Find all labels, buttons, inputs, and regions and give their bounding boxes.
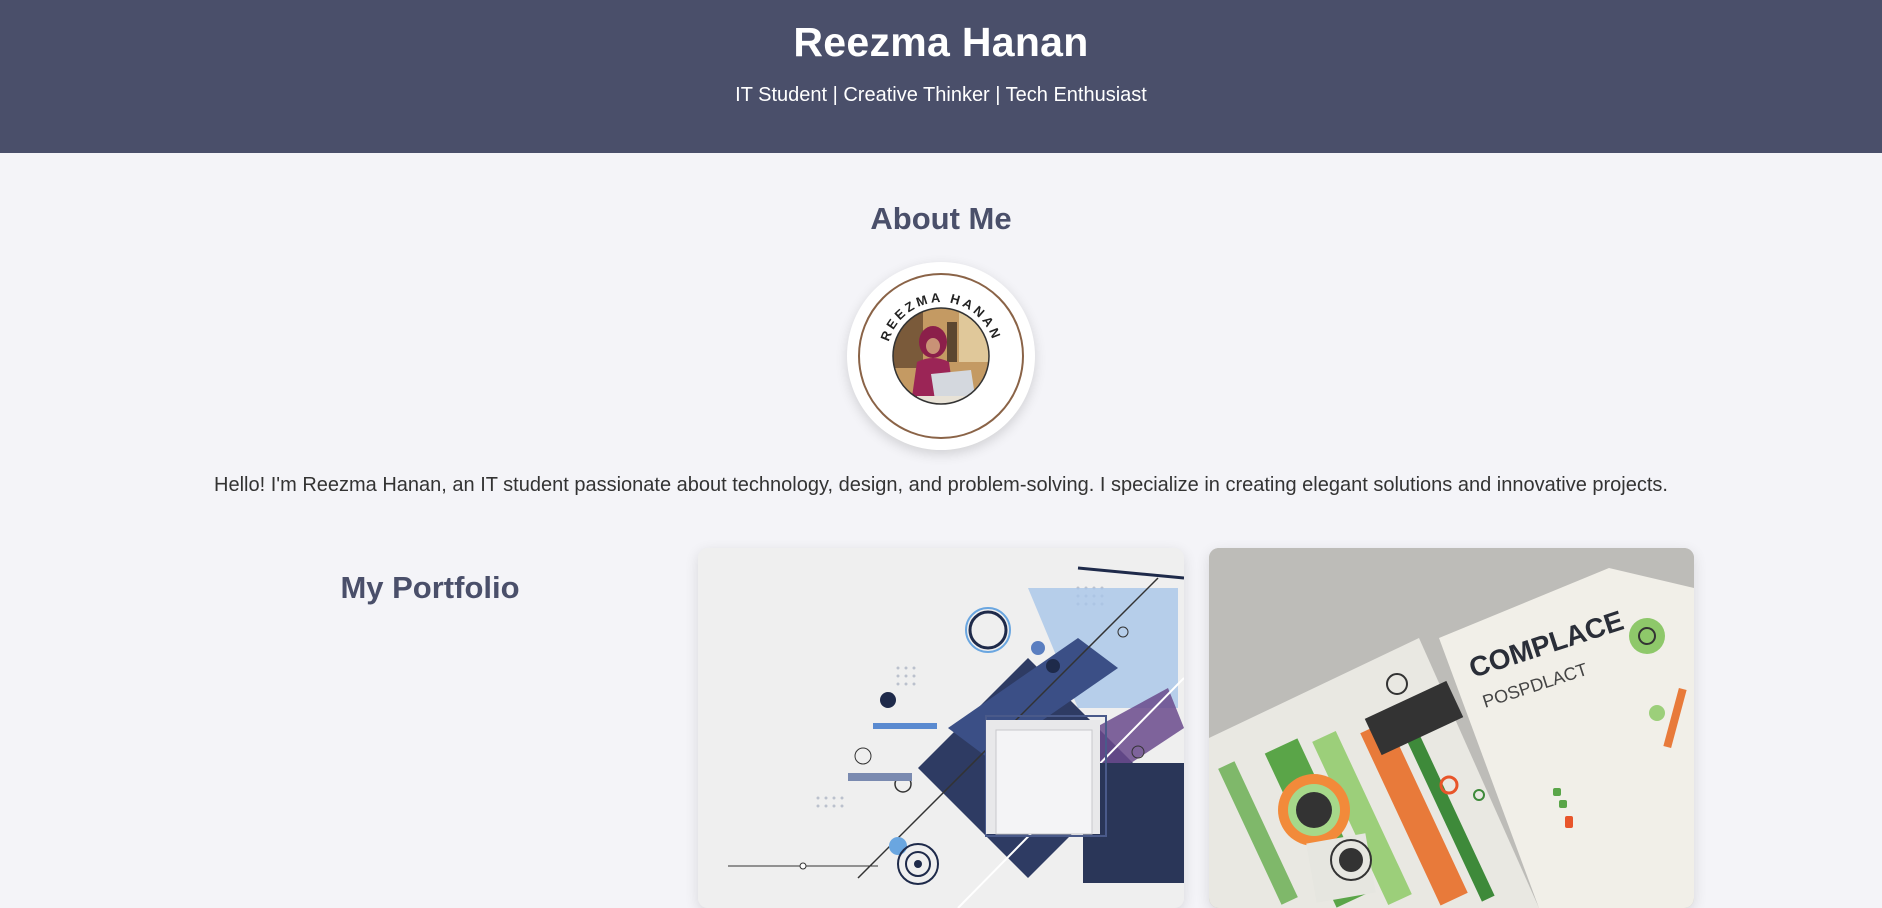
brochure-mockup-image: COMPLACE POSPDLACT <box>1209 548 1694 908</box>
about-intro-text: Hello! I'm Reezma Hanan, an IT student p… <box>214 474 1668 496</box>
portfolio-heading: My Portfolio <box>340 570 520 605</box>
site-title: Reezma Hanan <box>793 19 1089 65</box>
site-tagline: IT Student | Creative Thinker | Tech Ent… <box>735 84 1147 106</box>
avatar: REEZMA HANAN <box>847 262 1035 450</box>
site-header: Reezma Hanan IT Student | Creative Think… <box>0 0 1882 153</box>
avatar-logo-image: REEZMA HANAN <box>858 273 1024 439</box>
portfolio-card-2[interactable]: COMPLACE POSPDLACT <box>1209 548 1694 908</box>
about-heading: About Me <box>870 201 1012 236</box>
abstract-geometric-image <box>698 548 1184 908</box>
portfolio-card-1[interactable] <box>698 548 1184 908</box>
